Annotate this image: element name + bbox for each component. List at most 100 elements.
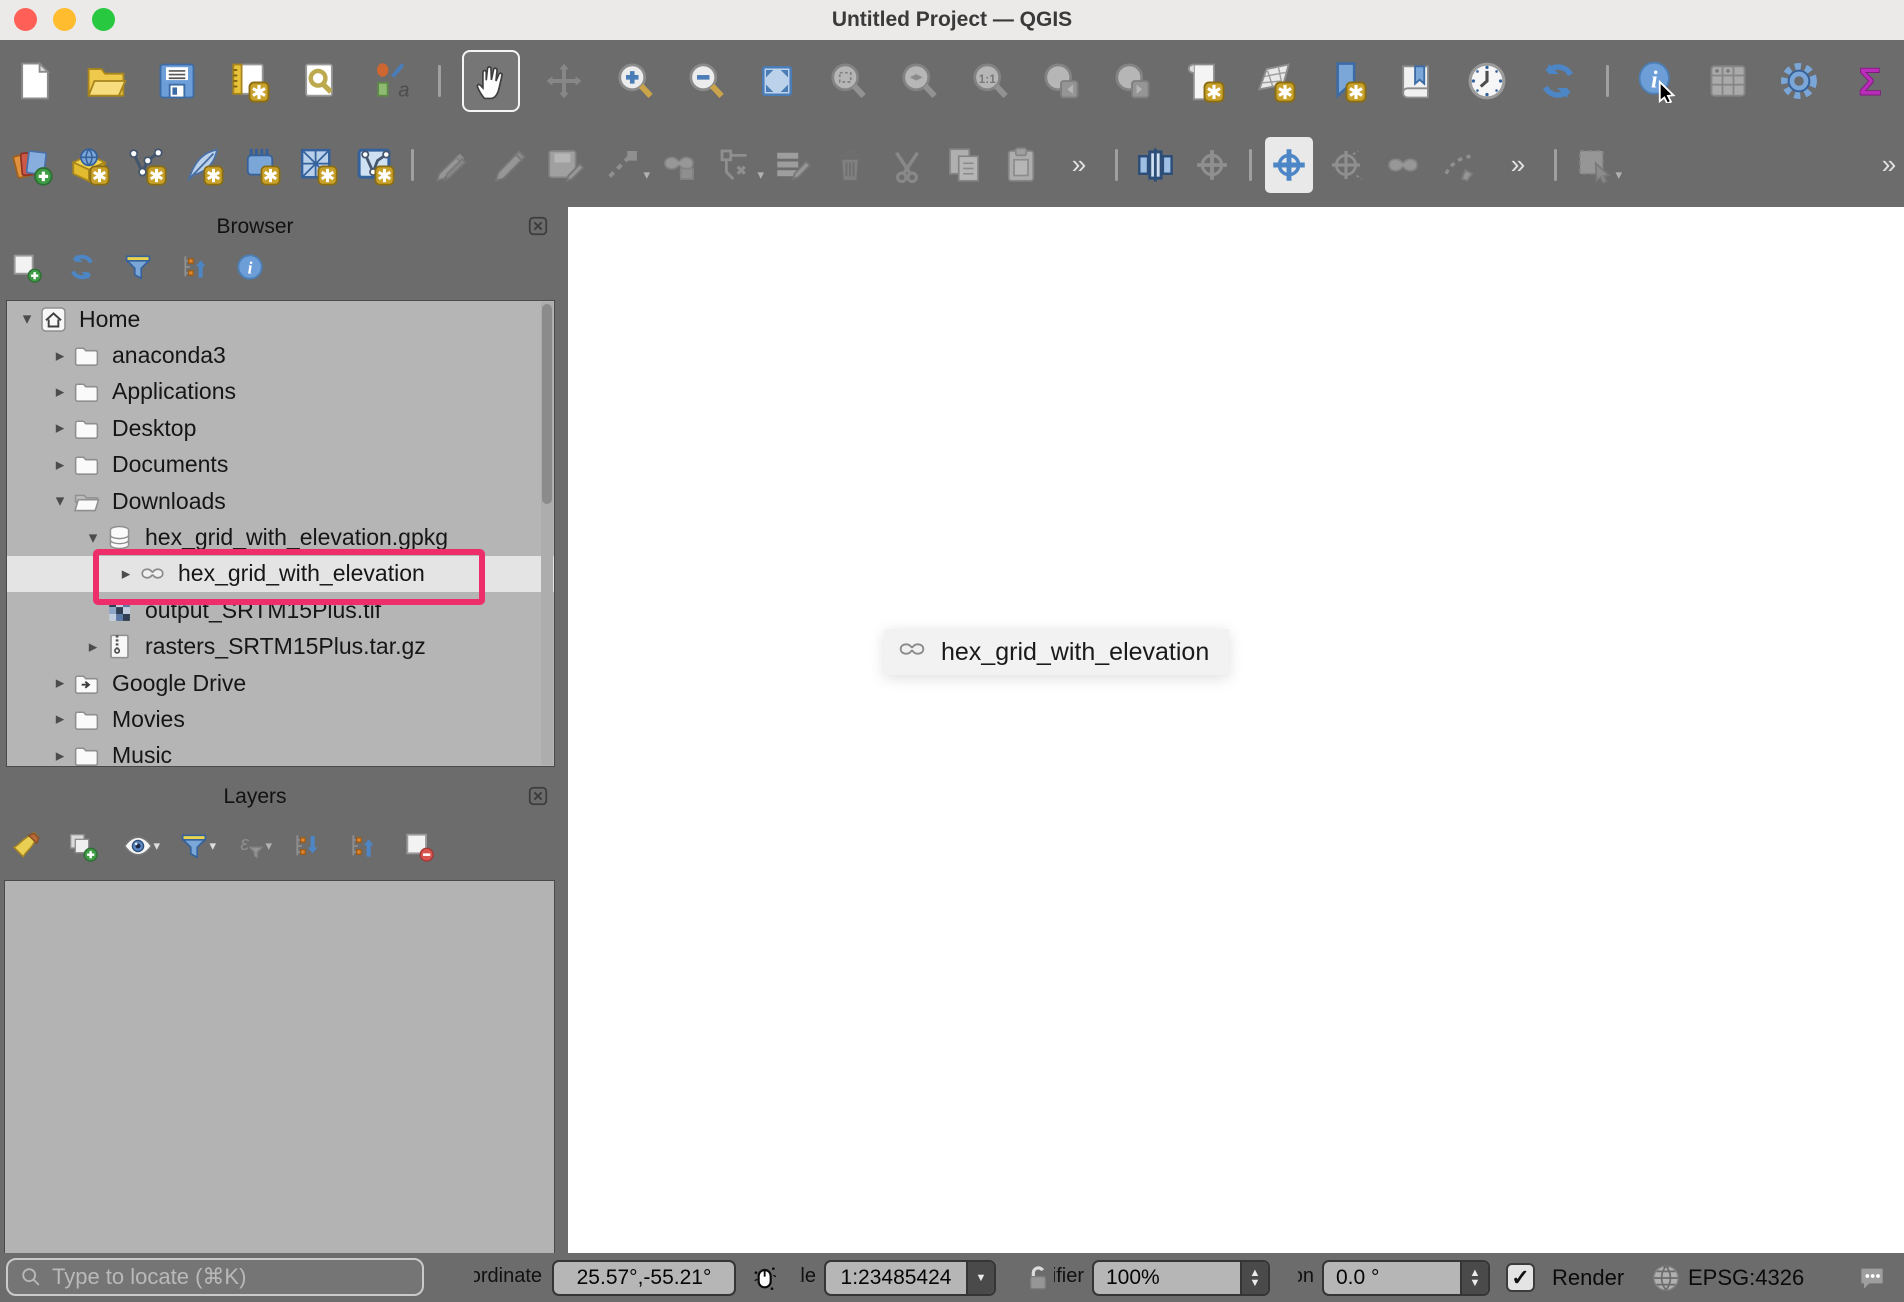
new-print-layout-button[interactable] <box>221 52 275 110</box>
expander-open-icon[interactable]: ▾ <box>48 491 72 511</box>
browser-item-hex-grid-with-elevation-gpkg[interactable]: ▾hex_grid_with_elevation.gpkg <box>7 519 554 555</box>
zoom-window-button[interactable] <box>92 8 115 31</box>
dropdown-arrow-icon[interactable]: ▾ <box>1615 167 1622 183</box>
dropdown-arrow-icon[interactable]: ▾ <box>757 167 764 183</box>
digitizing-overflow-button[interactable]: » <box>1054 137 1102 193</box>
new-temporary-scratch-layer-button[interactable] <box>236 137 284 193</box>
rotation-spinner[interactable]: ▲▼ <box>1460 1262 1488 1294</box>
new-map-view-button[interactable] <box>1176 52 1230 110</box>
browser-item-google-drive[interactable]: ▸Google Drive <box>7 665 554 701</box>
expander-closed-icon[interactable]: ▸ <box>48 418 72 438</box>
enable-snapping-button[interactable] <box>1265 137 1313 193</box>
browser-properties-button[interactable]: i <box>232 249 268 285</box>
browser-item-hex-grid-with-elevation[interactable]: ▸hex_grid_with_elevation <box>7 556 554 592</box>
statistical-summary-button[interactable]: Σ <box>1843 52 1897 110</box>
add-selected-layers-button[interactable] <box>8 249 44 285</box>
toolbar-separator <box>1554 149 1557 181</box>
browser-item-applications[interactable]: ▸Applications <box>7 374 554 410</box>
coordinate-box[interactable]: 25.57°,-55.21° <box>552 1260 736 1296</box>
map-tips-button[interactable] <box>1131 137 1179 193</box>
new-3d-map-view-button[interactable] <box>1247 52 1301 110</box>
browser-item-output-srtm15plus-tif[interactable]: output_SRTM15Plus.tif <box>7 592 554 628</box>
processing-toolbox-button[interactable] <box>1772 52 1826 110</box>
browser-panel-close-icon[interactable] <box>527 215 549 237</box>
new-shapefile-layer-button[interactable] <box>122 137 170 193</box>
expander-closed-icon[interactable]: ▸ <box>48 673 72 693</box>
expander-closed-icon[interactable]: ▸ <box>48 382 72 402</box>
render-checkbox[interactable]: ✓ <box>1506 1263 1535 1292</box>
dropdown-arrow-icon[interactable]: ▾ <box>209 838 216 854</box>
mouse-position-icon[interactable] <box>748 1262 780 1299</box>
layers-list-empty[interactable] <box>4 880 555 1255</box>
expander-open-icon[interactable]: ▾ <box>81 528 105 548</box>
add-vector-layer-button[interactable] <box>65 137 113 193</box>
browser-item-downloads[interactable]: ▾Downloads <box>7 483 554 519</box>
expander-open-icon[interactable]: ▾ <box>15 309 39 329</box>
scale-combobox[interactable]: 1:23485424 ▼ <box>824 1260 996 1296</box>
rotation-label: Rotation <box>1298 1265 1314 1291</box>
map-canvas[interactable]: hex_grid_with_elevation <box>568 207 1904 1253</box>
zoom-out-button[interactable] <box>679 52 733 110</box>
expander-closed-icon[interactable]: ▸ <box>48 346 72 366</box>
crs-label[interactable]: EPSG:4326 <box>1688 1265 1804 1291</box>
messages-icon[interactable] <box>1856 1262 1888 1299</box>
browser-item-rasters-srtm15plus-tar-gz[interactable]: ▸rasters_SRTM15Plus.tar.gz <box>7 629 554 665</box>
new-mesh-layer-button[interactable] <box>293 137 341 193</box>
filter-legend-button[interactable]: ▾ <box>176 828 212 864</box>
project-new-button[interactable] <box>8 52 62 110</box>
data-source-manager-button[interactable] <box>8 137 56 193</box>
magnifier-spinner[interactable]: ▲▼ <box>1240 1262 1268 1294</box>
zoom-full-button[interactable] <box>750 52 804 110</box>
locator-input[interactable]: Type to locate (⌘K) <box>6 1258 424 1296</box>
minimize-window-button[interactable] <box>53 8 76 31</box>
project-open-button[interactable] <box>79 52 133 110</box>
expander-closed-icon[interactable]: ▸ <box>48 709 72 729</box>
dropdown-arrow-icon[interactable]: ▾ <box>643 167 650 183</box>
refresh-map-button[interactable] <box>1531 52 1585 110</box>
dropdown-arrow-icon[interactable]: ▾ <box>153 838 160 854</box>
open-layer-styling-button[interactable] <box>8 828 44 864</box>
crs-globe-icon[interactable] <box>1650 1262 1682 1299</box>
filter-browser-button[interactable] <box>120 249 156 285</box>
expander-closed-icon[interactable]: ▸ <box>114 564 138 584</box>
manage-map-themes-button[interactable]: ▾ <box>120 828 156 864</box>
browser-item-anaconda3[interactable]: ▸anaconda3 <box>7 337 554 373</box>
refresh-browser-button[interactable] <box>64 249 100 285</box>
temporal-controller-button[interactable] <box>1460 52 1514 110</box>
zoom-in-button[interactable] <box>608 52 662 110</box>
show-spatial-bookmarks-button[interactable] <box>1389 52 1443 110</box>
add-group-button[interactable] <box>64 828 100 864</box>
collapse-all-browser-button[interactable] <box>176 249 212 285</box>
remove-layer-button[interactable] <box>400 828 436 864</box>
browser-item-home[interactable]: ▾Home <box>7 301 554 337</box>
browser-item-music[interactable]: ▸Music <box>7 738 554 767</box>
style-manager-button[interactable]: a <box>363 52 417 110</box>
browser-item-documents[interactable]: ▸Documents <box>7 447 554 483</box>
selection-overflow-button[interactable]: » <box>1864 137 1904 193</box>
snapping-overflow-button[interactable]: » <box>1493 137 1541 193</box>
identify-features-button[interactable]: i <box>1630 52 1684 110</box>
expander-closed-icon[interactable]: ▸ <box>48 455 72 475</box>
browser-item-desktop[interactable]: ▸Desktop <box>7 410 554 446</box>
new-geopackage-layer-button[interactable] <box>350 137 398 193</box>
expander-closed-icon[interactable]: ▸ <box>48 746 72 766</box>
rotation-spinbox[interactable]: 0.0 ° ▲▼ <box>1322 1260 1490 1296</box>
scale-dropdown-arrow[interactable]: ▼ <box>966 1262 994 1294</box>
project-save-button[interactable] <box>150 52 204 110</box>
show-layout-manager-button[interactable] <box>292 52 346 110</box>
pan-map-button[interactable] <box>462 50 520 112</box>
expand-icon <box>290 830 322 862</box>
close-window-button[interactable] <box>14 8 37 31</box>
new-spatial-bookmark-button[interactable] <box>1318 52 1372 110</box>
expand-all-layers-button[interactable] <box>288 828 324 864</box>
lock-scale-icon[interactable] <box>1022 1262 1054 1299</box>
new-virtual-layer-button[interactable] <box>179 137 227 193</box>
magnifier-spinbox[interactable]: 100% ▲▼ <box>1092 1260 1270 1296</box>
scrollbar-thumb[interactable] <box>542 304 552 504</box>
dropdown-arrow-icon[interactable]: ▾ <box>265 838 272 854</box>
browser-item-movies[interactable]: ▸Movies <box>7 701 554 737</box>
expander-closed-icon[interactable]: ▸ <box>81 637 105 657</box>
layers-panel-close-icon[interactable] <box>527 785 549 807</box>
collapse-all-layers-button[interactable] <box>344 828 380 864</box>
browser-scrollbar[interactable] <box>541 302 553 765</box>
